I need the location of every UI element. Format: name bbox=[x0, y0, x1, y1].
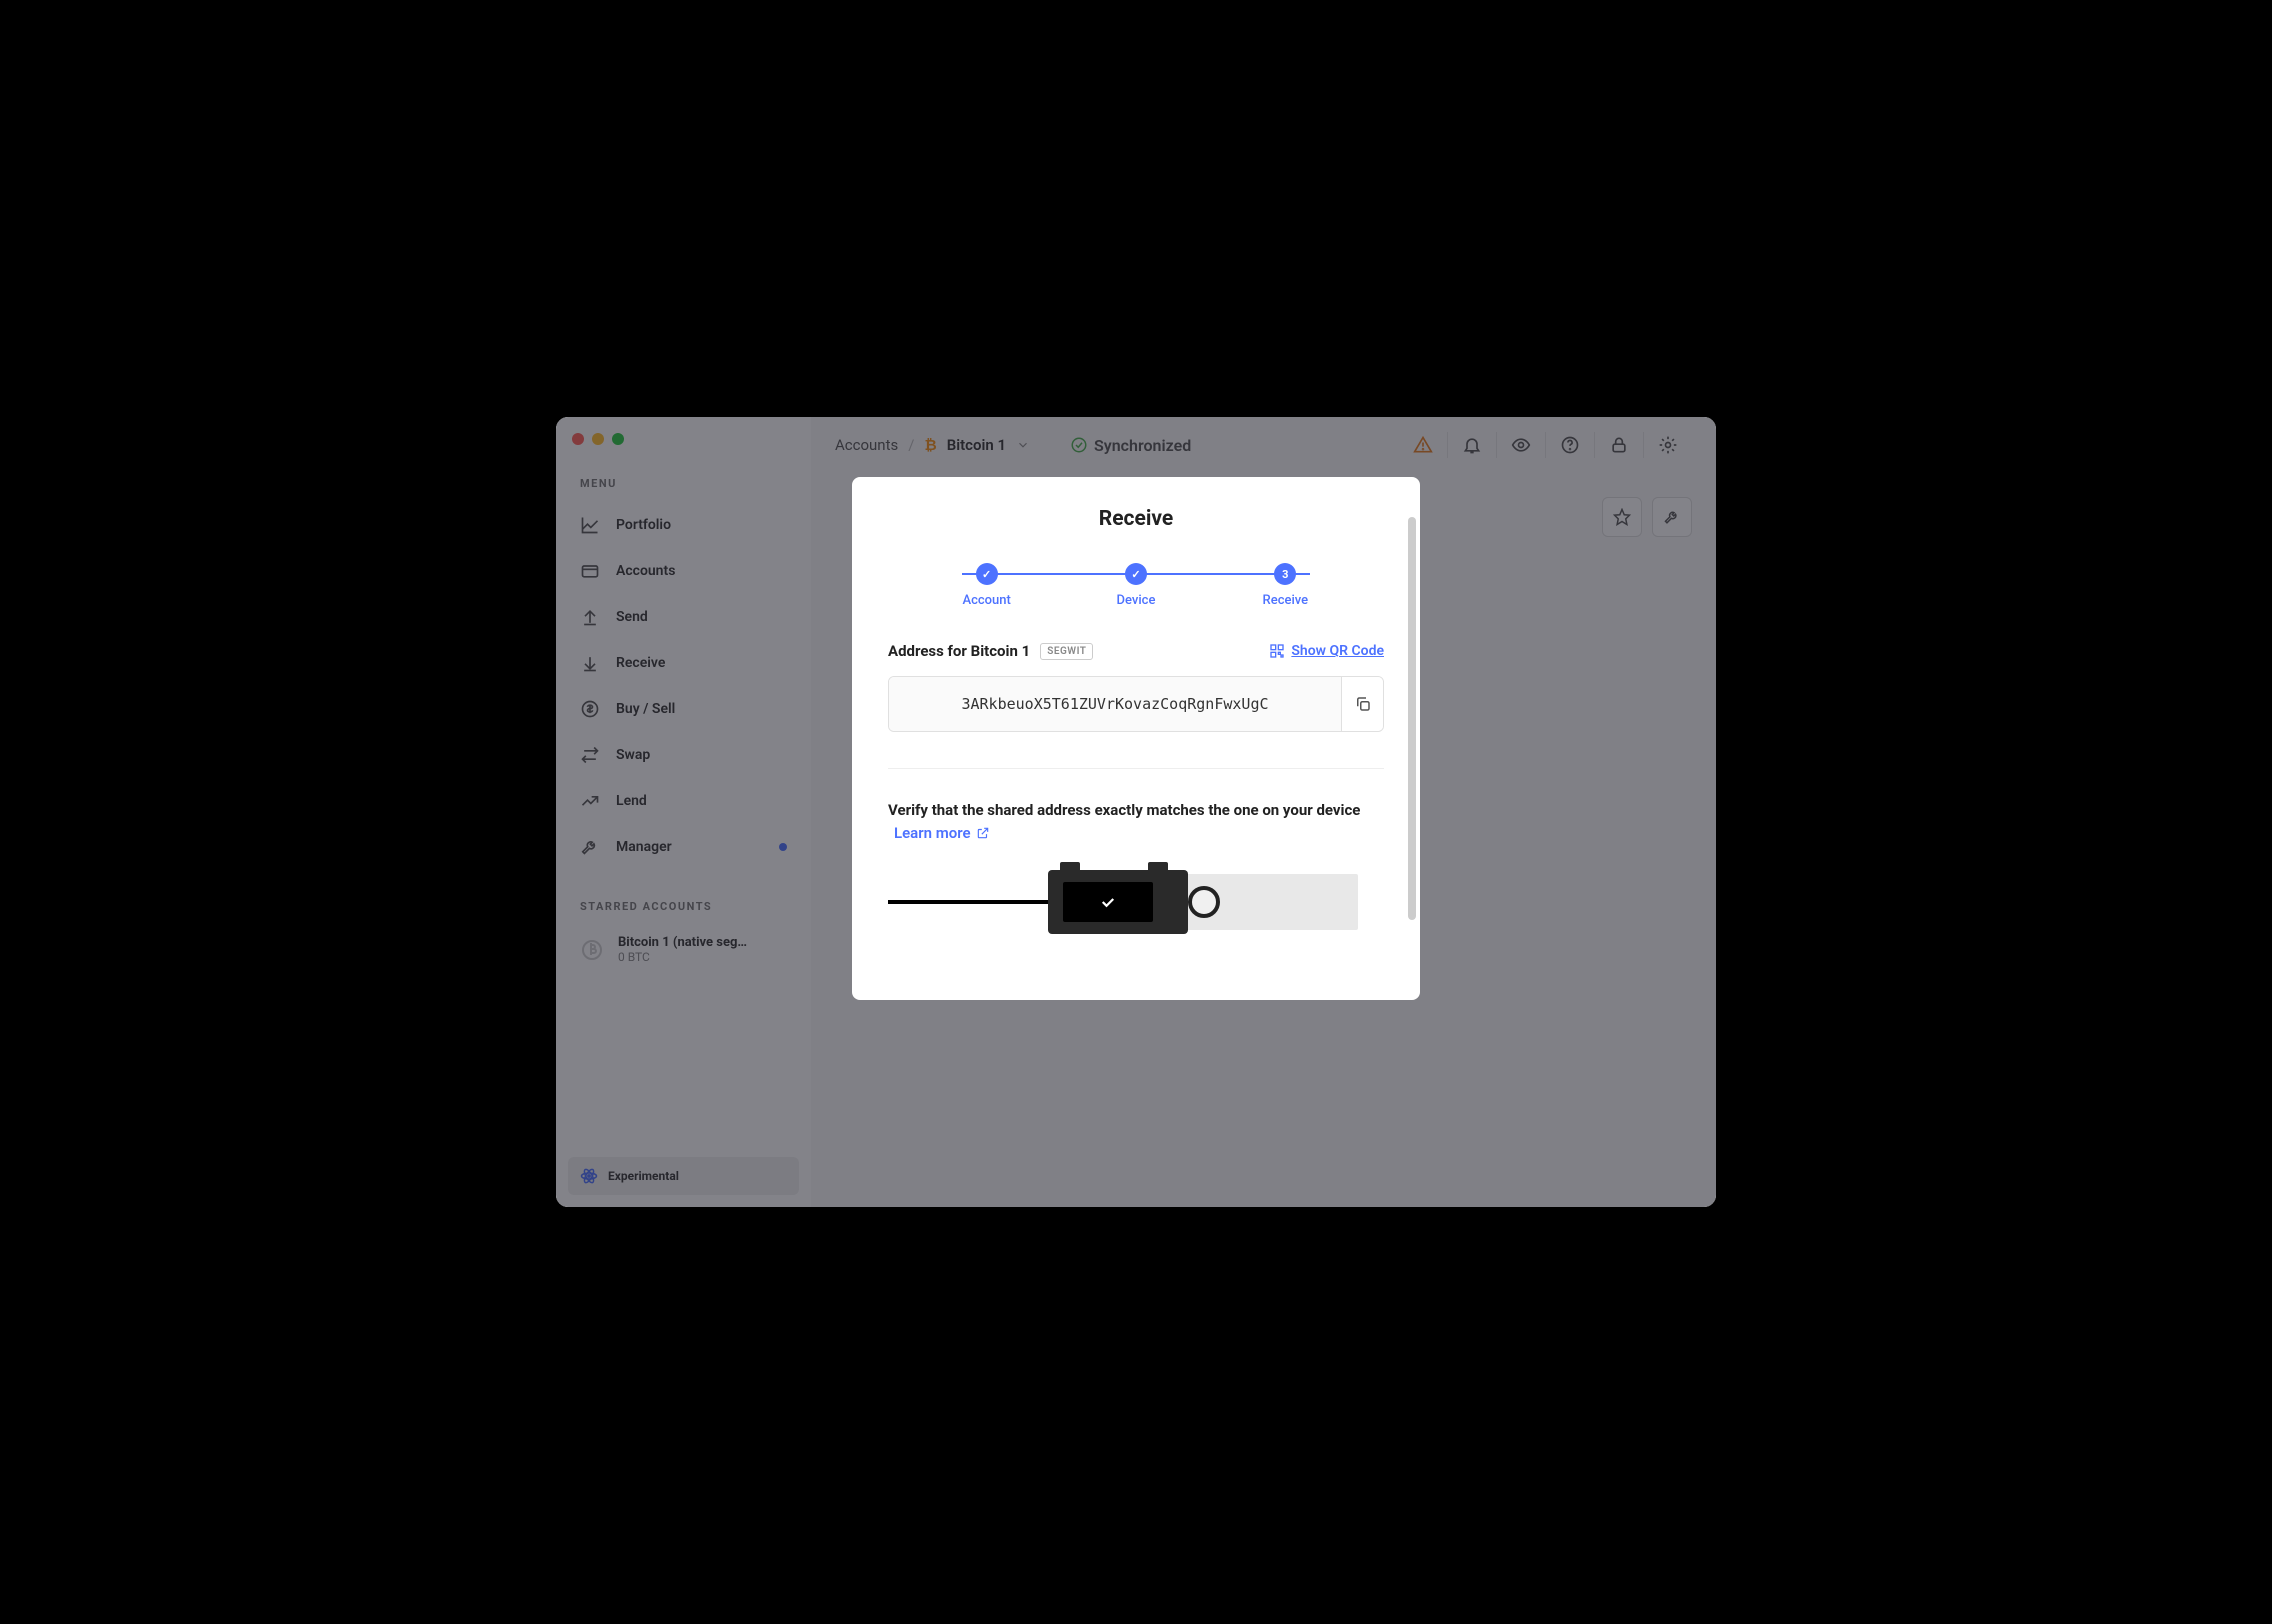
step-receive: 3 Receive bbox=[1211, 563, 1360, 608]
address-box: 3ARkbeuoX5T61ZUVrKovazCoqRgnFwxUgC bbox=[888, 676, 1384, 732]
modal-overlay[interactable]: Receive ✓ Account ✓ Device 3 Receive bbox=[556, 417, 1716, 1207]
app-window: MENU Portfolio Accounts Send Receive Buy… bbox=[556, 417, 1716, 1207]
learn-more-link[interactable]: Learn more bbox=[894, 824, 990, 842]
step-label: Account bbox=[962, 593, 1010, 608]
show-qr-link[interactable]: Show QR Code bbox=[1269, 643, 1384, 659]
step-device: ✓ Device bbox=[1061, 563, 1210, 608]
device-illustration bbox=[852, 874, 1420, 1000]
show-qr-label: Show QR Code bbox=[1291, 643, 1384, 659]
step-check-icon: ✓ bbox=[976, 563, 998, 585]
copy-button[interactable] bbox=[1341, 677, 1383, 731]
modal-title: Receive bbox=[852, 507, 1420, 531]
external-link-icon bbox=[976, 826, 990, 840]
receive-modal: Receive ✓ Account ✓ Device 3 Receive bbox=[852, 477, 1420, 1000]
check-icon bbox=[1099, 893, 1117, 911]
verify-text: Verify that the shared address exactly m… bbox=[888, 799, 1384, 844]
address-for-label: Address for Bitcoin 1 bbox=[888, 642, 1030, 660]
qr-icon bbox=[1269, 643, 1285, 659]
step-check-icon: ✓ bbox=[1125, 563, 1147, 585]
address-text[interactable]: 3ARkbeuoX5T61ZUVrKovazCoqRgnFwxUgC bbox=[889, 677, 1341, 731]
divider bbox=[888, 768, 1384, 769]
segwit-badge: SEGWIT bbox=[1040, 643, 1093, 660]
step-number: 3 bbox=[1274, 563, 1296, 585]
copy-icon bbox=[1354, 695, 1372, 713]
step-label: Receive bbox=[1263, 593, 1309, 608]
step-label: Device bbox=[1117, 593, 1156, 608]
stepper: ✓ Account ✓ Device 3 Receive bbox=[852, 563, 1420, 642]
step-account: ✓ Account bbox=[912, 563, 1061, 608]
